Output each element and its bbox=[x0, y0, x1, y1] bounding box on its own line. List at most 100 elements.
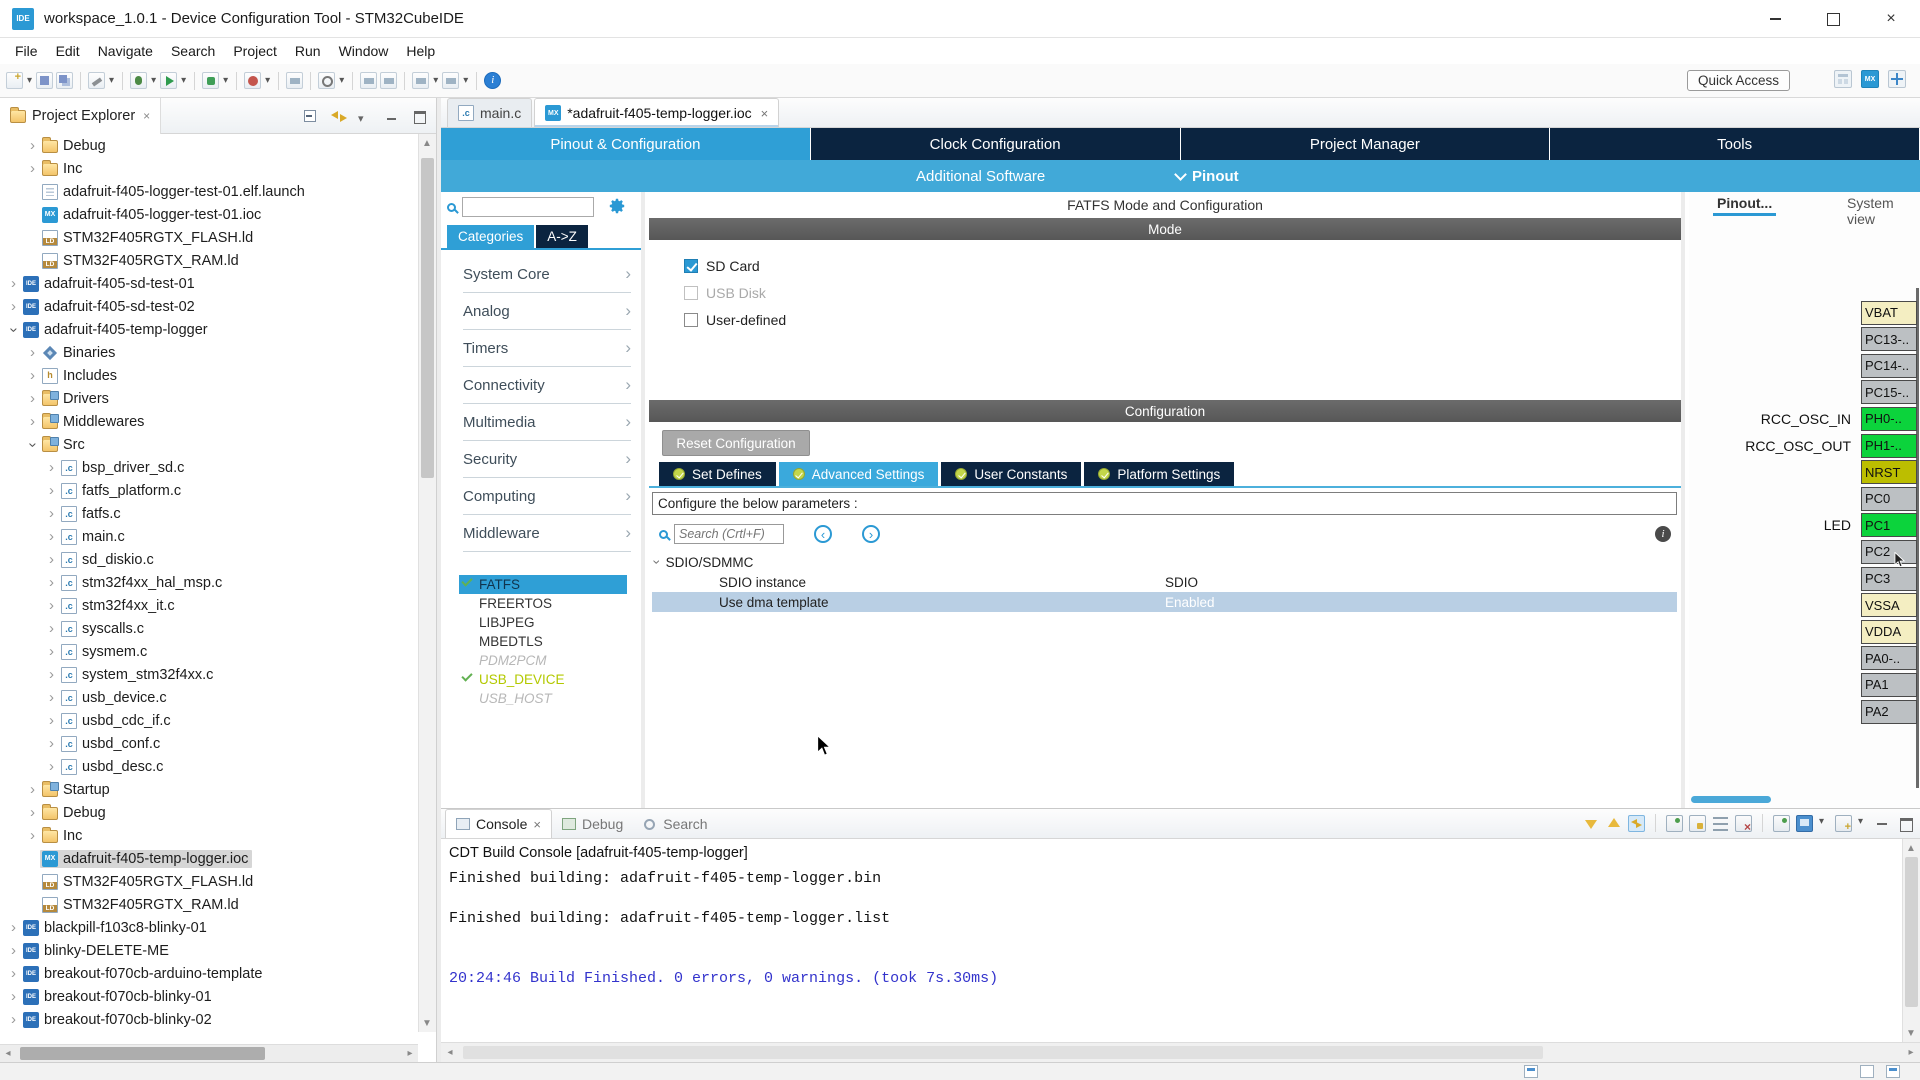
dropdown-caret-icon[interactable]: ▾ bbox=[433, 75, 438, 86]
pin-vdda[interactable]: VDDA bbox=[1861, 620, 1917, 644]
scrollbar-thumb[interactable] bbox=[1905, 857, 1918, 1007]
scroll-up-icon[interactable]: ▲ bbox=[1904, 841, 1918, 855]
tree-item-drivers[interactable]: ›Drivers bbox=[0, 387, 418, 410]
debug-icon[interactable] bbox=[130, 72, 147, 89]
expander-expand-icon[interactable]: › bbox=[44, 484, 59, 498]
pin-pc14[interactable]: PC14-.. bbox=[1861, 354, 1917, 378]
minimize-view-icon[interactable] bbox=[1874, 815, 1891, 832]
expander-expand-icon[interactable]: › bbox=[25, 415, 40, 429]
expander-expand-icon[interactable]: › bbox=[25, 369, 40, 383]
tree-item-src[interactable]: ›Src bbox=[0, 433, 418, 456]
tree-item-bsp-driver-sd-c[interactable]: ›bsp_driver_sd.c bbox=[0, 456, 418, 479]
tree-item-stm32f4xx-it-c[interactable]: ›stm32f4xx_it.c bbox=[0, 594, 418, 617]
expander-expand-icon[interactable]: › bbox=[6, 300, 21, 314]
category-multimedia[interactable]: Multimedia› bbox=[463, 404, 631, 441]
pin-pc15[interactable]: PC15-.. bbox=[1861, 380, 1917, 404]
expander-expand-icon[interactable]: › bbox=[44, 599, 59, 613]
tree-item-sd-diskio-c[interactable]: ›sd_diskio.c bbox=[0, 548, 418, 571]
menu-window[interactable]: Window bbox=[330, 40, 398, 62]
show-console-on-output-icon[interactable] bbox=[1628, 815, 1645, 832]
dropdown-caret-icon[interactable]: ▾ bbox=[109, 75, 114, 86]
minimize-view-icon[interactable] bbox=[385, 109, 401, 123]
dropdown-caret-icon[interactable]: ▾ bbox=[339, 75, 344, 86]
expander-expand-icon[interactable]: › bbox=[6, 990, 21, 1004]
tree-item-usbd-desc-c[interactable]: ›usbd_desc.c bbox=[0, 755, 418, 778]
maximize-view-icon[interactable] bbox=[1897, 815, 1914, 832]
dropdown-caret-icon[interactable]: ▾ bbox=[223, 75, 228, 86]
tree-item-adafruit-f405-temp-logger-ioc[interactable]: adafruit-f405-temp-logger.ioc bbox=[0, 847, 418, 870]
tree-item-inc[interactable]: ›Inc bbox=[0, 824, 418, 847]
expander-expand-icon[interactable]: › bbox=[44, 691, 59, 705]
editor-tab-main-c[interactable]: main.c bbox=[447, 98, 532, 127]
param-row-sdio-instance[interactable]: SDIO instanceSDIO bbox=[652, 572, 1677, 592]
tree-item-adafruit-f405-logger-test-01-elf-launch[interactable]: adafruit-f405-logger-test-01.elf.launch bbox=[0, 180, 418, 203]
category-system-core[interactable]: System Core› bbox=[463, 256, 631, 293]
pin-pa0[interactable]: PA0-.. bbox=[1861, 646, 1917, 670]
tree-item-adafruit-f405-sd-test-01[interactable]: ›adafruit-f405-sd-test-01 bbox=[0, 272, 418, 295]
build-icon[interactable] bbox=[88, 72, 105, 89]
menu-edit[interactable]: Edit bbox=[47, 40, 89, 62]
console-vertical-scrollbar[interactable]: ▲ ▼ bbox=[1902, 839, 1920, 1042]
open-console-icon[interactable] bbox=[1773, 815, 1790, 832]
tree-item-main-c[interactable]: ›main.c bbox=[0, 525, 418, 548]
expander-expand-icon[interactable]: › bbox=[25, 829, 40, 843]
pin-vbat[interactable]: VBAT bbox=[1861, 301, 1917, 325]
scrollbar-thumb[interactable] bbox=[20, 1047, 265, 1060]
middleware-fatfs[interactable]: FATFS bbox=[459, 575, 627, 594]
caret-icon[interactable] bbox=[1819, 815, 1829, 832]
expander-expand-icon[interactable]: › bbox=[25, 346, 40, 360]
parameter-search-input[interactable] bbox=[674, 524, 784, 544]
category-timers[interactable]: Timers› bbox=[463, 330, 631, 367]
pin-ph1[interactable]: PH1-.. bbox=[1861, 434, 1917, 458]
tree-item-inc[interactable]: ›Inc bbox=[0, 157, 418, 180]
category-connectivity[interactable]: Connectivity› bbox=[463, 367, 631, 404]
pin-pa1[interactable]: PA1 bbox=[1861, 673, 1917, 697]
link-with-editor-icon[interactable] bbox=[331, 109, 347, 123]
tree-item-stm32f4xx-hal-msp-c[interactable]: ›stm32f4xx_hal_msp.c bbox=[0, 571, 418, 594]
menu-project[interactable]: Project bbox=[224, 40, 286, 62]
pin-pc13[interactable]: PC13-.. bbox=[1861, 327, 1917, 351]
tree-item-system-stm32f4xx-c[interactable]: ›system_stm32f4xx.c bbox=[0, 663, 418, 686]
word-wrap-icon[interactable] bbox=[1712, 815, 1729, 832]
menu-help[interactable]: Help bbox=[397, 40, 444, 62]
scroll-down-icon[interactable]: ▼ bbox=[1904, 1026, 1918, 1040]
tree-item-breakout-f070cb-blinky-01[interactable]: ›breakout-f070cb-blinky-01 bbox=[0, 985, 418, 1008]
expander-expand-icon[interactable]: › bbox=[44, 461, 59, 475]
pin-ph0[interactable]: PH0-.. bbox=[1861, 407, 1917, 431]
display-selected-console-icon[interactable] bbox=[1796, 815, 1813, 832]
tab-categories[interactable]: Categories bbox=[447, 225, 534, 248]
expander-expand-icon[interactable]: › bbox=[44, 737, 59, 751]
caret-icon[interactable] bbox=[1858, 815, 1868, 832]
tree-item-breakout-f070cb-blinky-02[interactable]: ›breakout-f070cb-blinky-02 bbox=[0, 1008, 418, 1031]
scroll-lock-icon[interactable] bbox=[1689, 815, 1706, 832]
tree-item-binaries[interactable]: ›Binaries bbox=[0, 341, 418, 364]
category-analog[interactable]: Analog› bbox=[463, 293, 631, 330]
menu-run[interactable]: Run bbox=[286, 40, 330, 62]
tree-item-adafruit-f405-sd-test-02[interactable]: ›adafruit-f405-sd-test-02 bbox=[0, 295, 418, 318]
pin-pa2[interactable]: PA2 bbox=[1861, 700, 1917, 724]
expander-expand-icon[interactable]: › bbox=[44, 714, 59, 728]
window-maximize-button[interactable] bbox=[1804, 0, 1862, 38]
settings-tab-set-defines[interactable]: Set Defines bbox=[659, 462, 776, 486]
console-tab-debug[interactable]: Debug bbox=[552, 809, 633, 838]
run-icon[interactable] bbox=[160, 72, 177, 89]
expander-expand-icon[interactable]: › bbox=[44, 645, 59, 659]
settings-tab-platform-settings[interactable]: Platform Settings bbox=[1084, 462, 1234, 486]
external-tools-icon[interactable] bbox=[202, 72, 219, 89]
next-match-button[interactable] bbox=[862, 525, 880, 543]
dropdown-caret-icon[interactable]: ▾ bbox=[181, 75, 186, 86]
settings-tab-advanced-settings[interactable]: Advanced Settings bbox=[779, 462, 939, 486]
expander-expand-icon[interactable]: › bbox=[25, 162, 40, 176]
device-configuration-perspective-icon[interactable] bbox=[1861, 70, 1879, 88]
middleware-freertos[interactable]: FREERTOS bbox=[459, 594, 627, 613]
scroll-up-icon[interactable] bbox=[1605, 815, 1622, 832]
tree-item-blackpill-f103c8-blinky-01[interactable]: ›blackpill-f103c8-blinky-01 bbox=[0, 916, 418, 939]
expander-expand-icon[interactable]: › bbox=[6, 944, 21, 958]
tree-item-sysmem-c[interactable]: ›sysmem.c bbox=[0, 640, 418, 663]
ioc-tab-project-manager[interactable]: Project Manager bbox=[1181, 128, 1551, 160]
expander-expand-icon[interactable]: › bbox=[25, 806, 40, 820]
scroll-up-icon[interactable]: ▲ bbox=[420, 136, 434, 150]
expander-expand-icon[interactable]: › bbox=[6, 1013, 21, 1027]
pinout-menu[interactable]: Pinout bbox=[1176, 160, 1239, 192]
tree-item-debug[interactable]: ›Debug bbox=[0, 134, 418, 157]
